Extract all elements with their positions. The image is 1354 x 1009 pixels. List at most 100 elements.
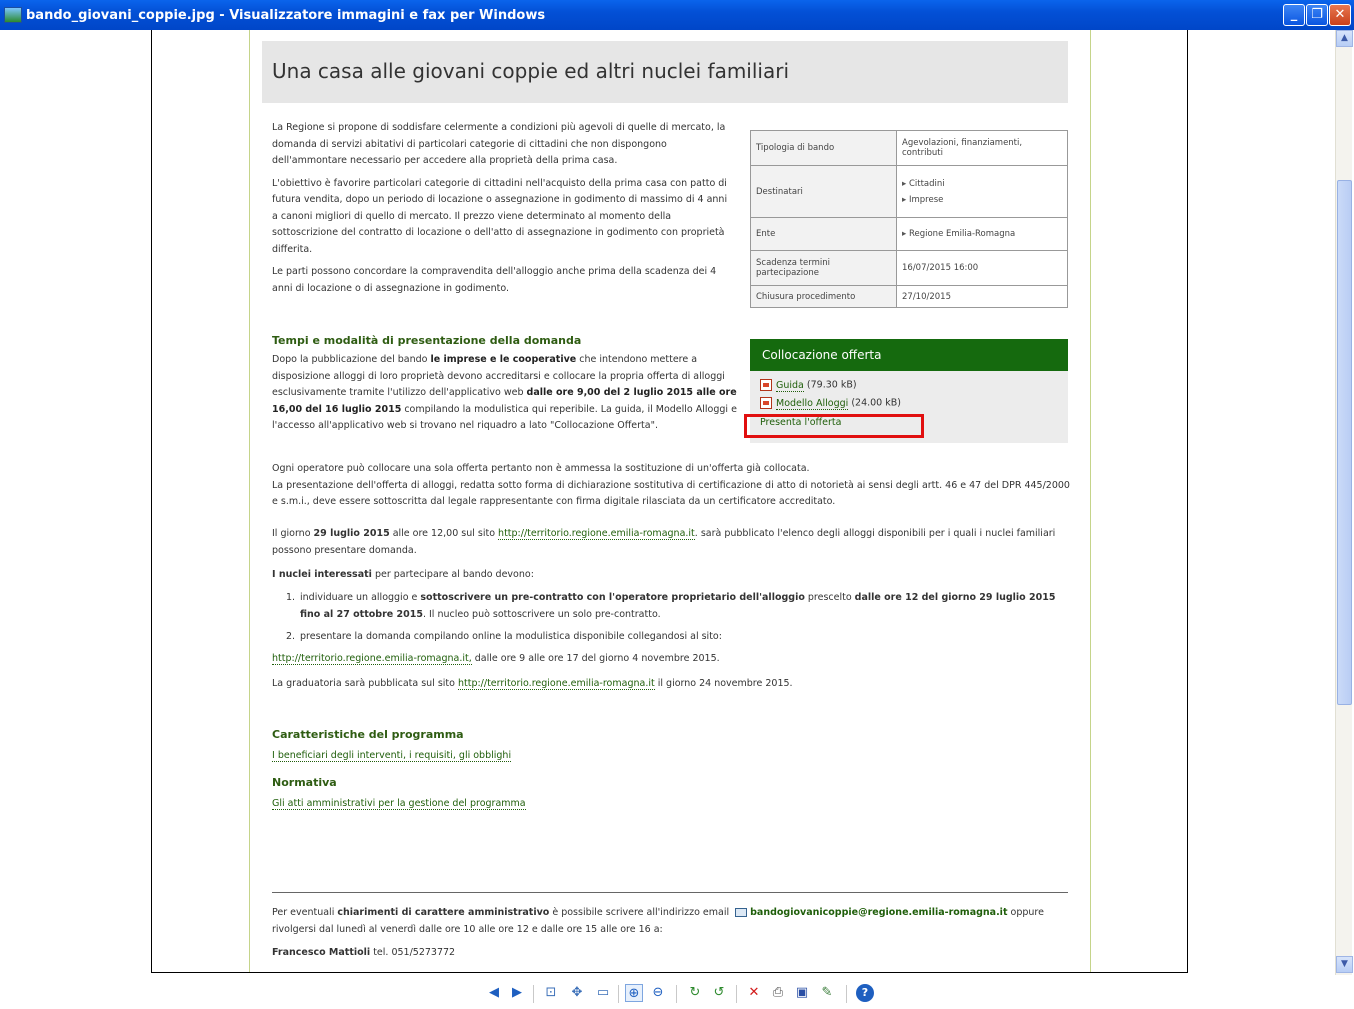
- bold-text: sottoscrivere un pre-contratto con l'ope…: [420, 592, 805, 603]
- bando-info-table: Tipologia di bando Agevolazioni, finanzi…: [750, 130, 1068, 308]
- modello-link-row[interactable]: Modello Alloggi (24.00 kB): [760, 397, 901, 410]
- text: Per eventuali: [272, 907, 338, 918]
- text: La graduatoria sarà pubblicata sul sito: [272, 678, 458, 689]
- guida-size: (79.30 kB): [806, 379, 857, 391]
- tipologia-label: Tipologia di bando: [750, 130, 897, 166]
- text: individuare un alloggio e: [300, 592, 421, 603]
- list-item: 2. presentare la domanda compilando onlin…: [272, 629, 1072, 646]
- viewer-toolbar: ◀ ▶ ⊡ ✥ ▭ ⊕ ⊖ ↻ ↺ ✕ ⎙ ▣ ✎ ?: [0, 980, 1354, 1009]
- edit-icon[interactable]: ✎: [818, 984, 836, 1002]
- bold-text: chiarimenti di carattere amministrativo: [337, 907, 550, 918]
- delete-icon[interactable]: ✕: [745, 984, 763, 1002]
- text: alle ore 12,00 sul sito: [389, 528, 499, 539]
- scroll-up-button[interactable]: ▲: [1336, 30, 1353, 47]
- contact-person: Francesco Mattioli tel. 051/5273772: [272, 945, 1072, 962]
- save-icon[interactable]: ▣: [793, 984, 811, 1002]
- text: il giorno 24 novembre 2015.: [654, 678, 793, 689]
- email-icon: [735, 908, 748, 917]
- previous-image-icon[interactable]: ◀: [485, 984, 503, 1002]
- text: prescelto: [804, 592, 855, 603]
- modello-link[interactable]: Modello Alloggi: [776, 397, 849, 410]
- atti-link[interactable]: Gli atti amministrativi per la gestione …: [272, 798, 526, 810]
- online-paragraph: http://territorio.regione.emilia-romagna…: [272, 651, 1072, 668]
- nuclei-paragraph: I nuclei interessati per partecipare al …: [272, 567, 1072, 584]
- window-title: bando_giovani_coppie.jpg - Visualizzator…: [26, 8, 546, 23]
- text: . Il nucleo può sottoscrivere un solo pr…: [422, 608, 661, 620]
- tipologia-value: Agevolazioni, finanziamenti, contributi: [896, 130, 1068, 166]
- spreadsheet-icon: [760, 397, 772, 409]
- normativa-heading: Normativa: [272, 776, 337, 789]
- list-item: 1. individuare un alloggio e sottoscriver…: [272, 590, 1072, 623]
- caratteristiche-heading: Caratteristiche del programma: [272, 728, 464, 741]
- email-link[interactable]: bandogiovanicoppie@regione.emilia-romagn…: [750, 907, 1007, 918]
- scadenza-value: 16/07/2015 16:00: [896, 250, 1068, 286]
- territorio-link[interactable]: http://territorio.regione.emilia-romagna…: [457, 678, 655, 690]
- slideshow-icon[interactable]: ▭: [594, 984, 612, 1002]
- red-highlight-box: [744, 414, 924, 438]
- list-number: 2.: [286, 631, 296, 642]
- close-button[interactable]: ✕: [1329, 4, 1351, 26]
- offer-box-title: Collocazione offerta: [750, 339, 1068, 371]
- chiusura-value: 27/10/2015: [896, 285, 1068, 308]
- guida-link-row[interactable]: Guida (79.30 kB): [760, 379, 857, 392]
- divider: [272, 892, 1068, 893]
- toolbar-separator: [846, 985, 847, 1003]
- modello-size: (24.00 kB): [851, 397, 901, 409]
- help-icon[interactable]: ?: [856, 984, 874, 1002]
- zoom-in-icon[interactable]: ⊕: [625, 984, 643, 1002]
- territorio-link[interactable]: http://territorio.regione.emilia-romagna…: [498, 528, 695, 540]
- text: La presentazione dell'offerta di alloggi…: [272, 479, 1070, 508]
- rotate-clockwise-icon[interactable]: ↻: [686, 984, 704, 1002]
- scroll-thumb[interactable]: [1337, 180, 1352, 705]
- normativa-link-row: Gli atti amministrativi per la gestione …: [272, 796, 1072, 813]
- destinatari-value: Cittadini Imprese: [896, 165, 1068, 218]
- ente-name: Regione Emilia-Romagna: [902, 229, 1015, 239]
- caratteristiche-link-row: I beneficiari degli interventi, i requis…: [272, 748, 1072, 765]
- giorno-paragraph: Il giorno 29 luglio 2015 alle ore 12,00 …: [272, 526, 1072, 559]
- list-number: 1.: [286, 592, 296, 603]
- toolbar-separator: [618, 985, 619, 1003]
- page-title: Una casa alle giovani coppie ed altri nu…: [272, 59, 790, 83]
- zoom-out-icon[interactable]: ⊖: [649, 984, 667, 1002]
- destinatari-cittadini: Cittadini: [902, 179, 1062, 189]
- intro-paragraph: Le parti possono concordare la compraven…: [272, 266, 717, 294]
- text: Ogni operatore può collocare una sola of…: [272, 463, 810, 474]
- text: Il giorno: [272, 528, 314, 539]
- tempi-paragraph: Dopo la pubblicazione del bando le impre…: [272, 352, 740, 435]
- intro-text: La Regione si propone di soddisfare cele…: [272, 120, 732, 303]
- vertical-scrollbar[interactable]: ▲ ▼: [1335, 30, 1353, 975]
- toolbar-separator: [676, 985, 677, 1003]
- scadenza-label: Scadenza termini partecipazione: [750, 250, 897, 286]
- guida-link[interactable]: Guida: [776, 379, 804, 392]
- toolbar-separator: [736, 985, 737, 1003]
- image-canvas: Una casa alle giovani coppie ed altri nu…: [151, 30, 1188, 973]
- restore-button[interactable]: ❐: [1306, 4, 1328, 26]
- tempi-heading: Tempi e modalità di presentazione della …: [272, 334, 582, 347]
- text: dalle ore 9 alle ore 17 del giorno 4 nov…: [471, 653, 720, 664]
- best-fit-icon[interactable]: ⊡: [542, 984, 560, 1002]
- contact-phone: tel. 051/5273772: [370, 947, 456, 958]
- beneficiari-link[interactable]: I beneficiari degli interventi, i requis…: [272, 750, 512, 762]
- destinatari-label: Destinatari: [750, 165, 897, 218]
- toolbar-separator: [533, 985, 534, 1003]
- actual-size-icon[interactable]: ✥: [568, 984, 586, 1002]
- contact-name: Francesco Mattioli: [272, 947, 371, 958]
- operatore-paragraph: Ogni operatore può collocare una sola of…: [272, 461, 1072, 511]
- ente-label: Ente: [750, 217, 897, 251]
- app-icon: [4, 7, 22, 23]
- text: è possibile scrivere all'indirizzo email: [549, 907, 733, 918]
- rotate-counterclockwise-icon[interactable]: ↺: [710, 984, 728, 1002]
- next-image-icon[interactable]: ▶: [508, 984, 526, 1002]
- page-heading-box: Una casa alle giovani coppie ed altri nu…: [262, 41, 1068, 103]
- destinatari-imprese: Imprese: [902, 195, 1062, 205]
- graduatoria-paragraph: La graduatoria sarà pubblicata sul sito …: [272, 676, 1072, 693]
- territorio-link[interactable]: http://territorio.regione.emilia-romagna…: [272, 653, 472, 665]
- bold-text: le imprese e le cooperative: [430, 354, 577, 365]
- image-viewport: Una casa alle giovani coppie ed altri nu…: [0, 30, 1354, 980]
- text: Dopo la pubblicazione del bando: [272, 354, 431, 365]
- footer-contacts: Per eventuali chiarimenti di carattere a…: [272, 905, 1072, 938]
- print-icon[interactable]: ⎙: [769, 984, 787, 1002]
- minimize-button[interactable]: _: [1283, 4, 1305, 26]
- text: presentare la domanda compilando online …: [300, 631, 722, 642]
- scroll-down-button[interactable]: ▼: [1336, 956, 1353, 973]
